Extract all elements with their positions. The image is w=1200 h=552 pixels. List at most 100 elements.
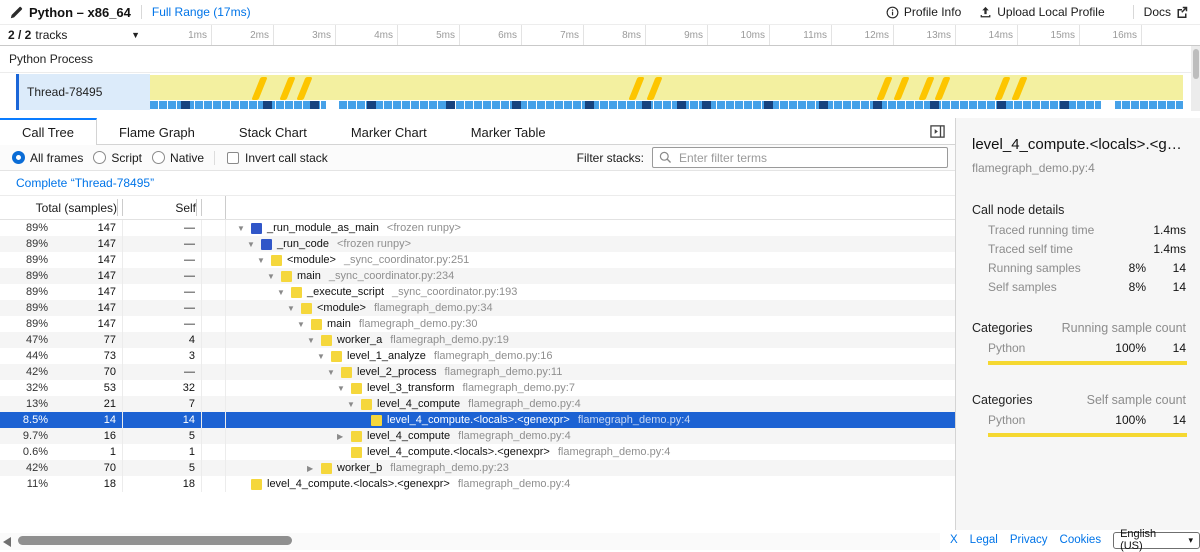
file-location: flamegraph_demo.py:11: [445, 366, 563, 378]
timeline-ruler: 2 / 2 tracks ▼ 1ms2ms3ms4ms5ms6ms7ms8ms9…: [0, 25, 1200, 46]
footer-link-cookies[interactable]: Cookies: [1060, 534, 1102, 546]
language-select[interactable]: English (US)▾: [1113, 532, 1200, 549]
radio-label: All frames: [30, 151, 83, 165]
collapse-icon[interactable]: ▼: [325, 368, 341, 377]
cell-icon: [202, 412, 226, 428]
filter-search-box[interactable]: [652, 147, 948, 168]
collapse-icon[interactable]: ▼: [285, 304, 301, 313]
thread-track-row[interactable]: Thread-78495: [0, 73, 1200, 111]
cell-icon: [202, 380, 226, 396]
collapse-icon[interactable]: ▼: [345, 400, 361, 409]
invert-call-stack-toggle[interactable]: Invert call stack: [214, 151, 328, 165]
tree-row-worker-a-7[interactable]: 47%774▼worker_aflamegraph_demo.py:19: [0, 332, 955, 348]
cpu-busy-segment: [642, 101, 651, 109]
category-count: 14: [1146, 341, 1186, 355]
col-self-header[interactable]: Self: [123, 196, 202, 219]
footer-link-privacy[interactable]: Privacy: [1010, 534, 1048, 546]
expand-icon[interactable]: ▶: [335, 432, 351, 441]
radio-native[interactable]: Native: [152, 151, 204, 165]
radio-all-frames[interactable]: All frames: [12, 151, 83, 165]
horizontal-scrollbar[interactable]: [0, 533, 940, 550]
collapse-icon[interactable]: ▼: [315, 352, 331, 361]
expand-icon[interactable]: ▶: [305, 464, 321, 473]
radio-dot[interactable]: [12, 151, 25, 164]
footer-link-x[interactable]: X: [950, 534, 958, 546]
file-location: flamegraph_demo.py:19: [390, 334, 509, 346]
breadcrumb-root-link[interactable]: Complete “Thread-78495”: [16, 176, 154, 190]
file-location: flamegraph_demo.py:4: [468, 398, 581, 410]
sample-strip: [150, 101, 1183, 109]
process-label: Python Process: [9, 52, 93, 66]
tree-row-level-3-transform-10[interactable]: 32%5332▼level_3_transformflamegraph_demo…: [0, 380, 955, 396]
tree-row-run-module-as-main-0[interactable]: 89%147—▼_run_module_as_main<frozen runpy…: [0, 220, 955, 236]
collapse-icon[interactable]: ▼: [335, 384, 351, 393]
col-total-header[interactable]: Total (samples): [0, 196, 123, 219]
collapse-icon[interactable]: ▼: [295, 320, 311, 329]
radio-dot[interactable]: [152, 151, 165, 164]
radio-script[interactable]: Script: [93, 151, 142, 165]
detail-traced-self-time: Traced self time1.4ms: [972, 243, 1186, 255]
cell-total: 89%147: [0, 268, 123, 284]
total-percent: 9.7%: [0, 430, 48, 442]
collapse-icon[interactable]: ▼: [255, 256, 271, 265]
cell-total: 89%147: [0, 236, 123, 252]
tree-row-level-2-process-9[interactable]: 42%70—▼level_2_processflamegraph_demo.py…: [0, 364, 955, 380]
tab-flame-graph[interactable]: Flame Graph: [97, 118, 217, 144]
tracks-selector[interactable]: 2 / 2 tracks ▼: [0, 25, 150, 45]
upload-profile-button[interactable]: Upload Local Profile: [979, 5, 1104, 19]
tab-marker-chart[interactable]: Marker Chart: [329, 118, 449, 144]
cell-function: ▼_execute_script_sync_coordinator.py:193: [226, 284, 955, 300]
docs-link[interactable]: Docs: [1144, 5, 1188, 19]
thread-activity-graph[interactable]: [150, 74, 1183, 110]
detail-value: 14: [1146, 280, 1186, 294]
cell-icon: [202, 428, 226, 444]
total-percent: 89%: [0, 238, 48, 250]
edit-profile-name-icon[interactable]: [10, 6, 23, 19]
cell-total: 89%147: [0, 316, 123, 332]
scrollbar-thumb[interactable]: [1193, 49, 1199, 79]
tree-row-module-2[interactable]: 89%147—▼<module>_sync_coordinator.py:251: [0, 252, 955, 268]
tree-row-level-4-compute-locals-genexpr-14[interactable]: 0.6%11level_4_compute.<locals>.<genexpr>…: [0, 444, 955, 460]
tab-stack-chart[interactable]: Stack Chart: [217, 118, 329, 144]
tracks-vertical-scrollbar[interactable]: [1191, 46, 1200, 111]
invert-checkbox[interactable]: [227, 152, 239, 164]
tree-row-level-4-compute-13[interactable]: 9.7%165▶level_4_computeflamegraph_demo.p…: [0, 428, 955, 444]
total-percent: 89%: [0, 222, 48, 234]
collapse-icon[interactable]: ▼: [305, 336, 321, 345]
filter-input[interactable]: [677, 150, 941, 166]
ruler-tick-1ms: 1ms: [150, 25, 212, 45]
function-name: level_4_compute.<locals>.<genexpr>: [267, 478, 450, 490]
footer-bar: X Legal Privacy Cookies English (US)▾: [940, 530, 1200, 550]
full-range-link[interactable]: Full Range (17ms): [152, 5, 251, 19]
tree-row-execute-script-4[interactable]: 89%147—▼_execute_script_sync_coordinator…: [0, 284, 955, 300]
tree-row-level-4-compute-11[interactable]: 13%217▼level_4_computeflamegraph_demo.py…: [0, 396, 955, 412]
collapse-icon[interactable]: ▼: [235, 224, 251, 233]
tree-row-level-4-compute-locals-genexpr-12[interactable]: 8.5%1414level_4_compute.<locals>.<genexp…: [0, 412, 955, 428]
tree-row-worker-b-15[interactable]: 42%705▶worker_bflamegraph_demo.py:23: [0, 460, 955, 476]
detail-traced-running-time: Traced running time1.4ms: [972, 224, 1186, 236]
tree-row-module-5[interactable]: 89%147—▼<module>flamegraph_demo.py:34: [0, 300, 955, 316]
total-percent: 89%: [0, 254, 48, 266]
file-location: flamegraph_demo.py:4: [578, 414, 691, 426]
chevron-down-icon[interactable]: ▼: [131, 30, 140, 40]
function-name: worker_b: [337, 462, 382, 474]
collapse-icon[interactable]: ▼: [275, 288, 291, 297]
tree-row-main-3[interactable]: 89%147—▼main_sync_coordinator.py:234: [0, 268, 955, 284]
process-track-row[interactable]: Python Process: [0, 46, 1200, 73]
tab-marker-table[interactable]: Marker Table: [449, 118, 568, 144]
tree-row-main-6[interactable]: 89%147—▼mainflamegraph_demo.py:30: [0, 316, 955, 332]
tab-call-tree[interactable]: Call Tree: [0, 118, 97, 145]
collapse-icon[interactable]: ▼: [245, 240, 261, 249]
footer-link-legal[interactable]: Legal: [970, 534, 998, 546]
sidebar-toggle-icon[interactable]: [930, 124, 945, 139]
scroll-left-arrow-icon[interactable]: [3, 537, 11, 547]
cell-icon: [202, 476, 226, 492]
profile-info-button[interactable]: Profile Info: [886, 5, 961, 19]
tree-row-level-4-compute-locals-genexpr-16[interactable]: 11%1818level_4_compute.<locals>.<genexpr…: [0, 476, 955, 492]
thread-label[interactable]: Thread-78495: [19, 74, 150, 110]
radio-dot[interactable]: [93, 151, 106, 164]
tree-row-level-1-analyze-8[interactable]: 44%733▼level_1_analyzeflamegraph_demo.py…: [0, 348, 955, 364]
scrollbar-thumb[interactable]: [18, 536, 292, 545]
tree-row-run-code-1[interactable]: 89%147—▼_run_code<frozen runpy>: [0, 236, 955, 252]
collapse-icon[interactable]: ▼: [265, 272, 281, 281]
